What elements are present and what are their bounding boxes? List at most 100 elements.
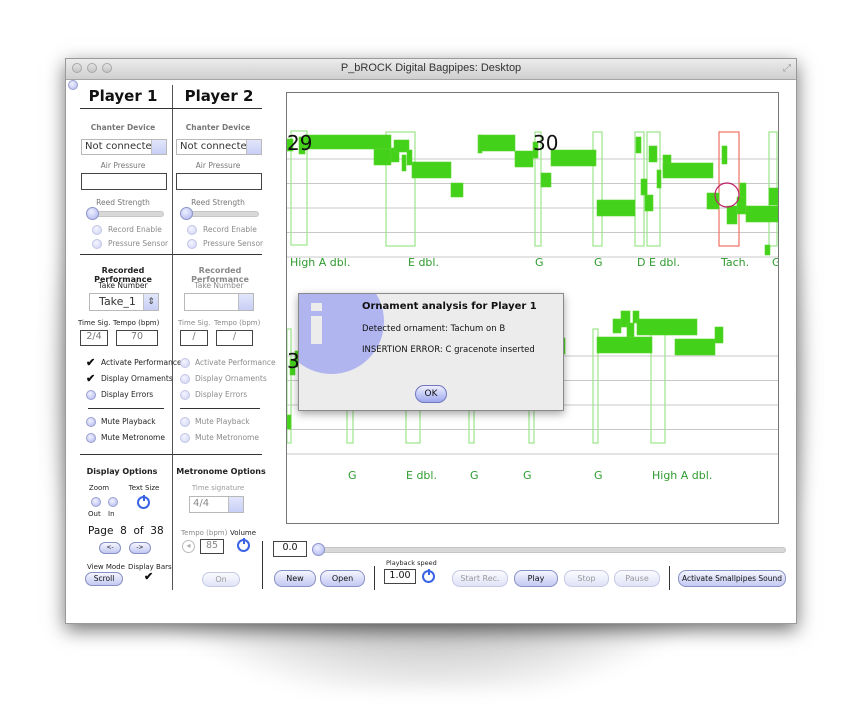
note-bar: [450, 182, 464, 198]
p2-mute-playback-label: Mute Playback: [195, 417, 250, 426]
p2-air-pressure-field: [176, 173, 262, 190]
p1-reed-knob[interactable]: [86, 207, 99, 220]
p1-errors-label: Display Errors: [101, 390, 154, 399]
p1-mute-playback-checkbox[interactable]: [86, 417, 96, 427]
p2-ornaments-checkbox[interactable]: [180, 374, 190, 384]
p2-activate-checkbox[interactable]: [180, 358, 190, 368]
zoom-in-button[interactable]: [108, 497, 118, 507]
p1-record-enable-radio[interactable]: [92, 225, 102, 235]
p1-pressure-sensor-radio[interactable]: [92, 239, 102, 249]
p1-ornaments-checkbox[interactable]: ✔: [86, 372, 95, 385]
note-bar: [612, 318, 622, 334]
transport-divider-1: [374, 566, 375, 590]
note-bar: [739, 182, 747, 198]
ornament-box: [592, 131, 603, 247]
p1-timesig-field[interactable]: 2/4: [80, 330, 108, 346]
stop-button[interactable]: Stop: [564, 570, 609, 587]
p2-divider: [180, 408, 260, 409]
p2-mute-playback-checkbox[interactable]: [180, 417, 190, 427]
dialog-ok-button[interactable]: OK: [415, 385, 447, 403]
p2-timesig-field[interactable]: /: [180, 330, 208, 346]
open-button[interactable]: Open: [320, 570, 365, 587]
p2-air-pressure-label: Air Pressure: [195, 161, 241, 170]
title-bar: P_bROCK Digital Bagpipes: Desktop ⤢: [66, 59, 796, 80]
p2-errors-checkbox[interactable]: [180, 390, 190, 400]
note-bar: [656, 169, 662, 189]
position-slider-knob[interactable]: [312, 543, 325, 556]
note-bar: [406, 149, 413, 166]
dropdown-arrow-icon: [238, 294, 253, 310]
note-bar: [764, 244, 771, 256]
p2-reed-knob[interactable]: [180, 207, 193, 220]
activate-smallpipes-button[interactable]: Activate Smallpipes Sound: [678, 570, 786, 587]
info-icon-dot: [311, 303, 322, 311]
p1-chanter-value: Not connected: [85, 141, 159, 152]
new-button[interactable]: New: [274, 570, 316, 587]
note-bar: [745, 205, 778, 223]
position-field[interactable]: 0.0: [273, 541, 307, 557]
transport-divider-2: [669, 566, 670, 590]
position-slider[interactable]: [316, 547, 786, 553]
p1-tempo-field[interactable]: 70: [116, 330, 158, 346]
playback-speed-field[interactable]: 1.00: [384, 569, 416, 584]
ornament-analysis-dialog: Ornament analysis for Player 1 Detected …: [298, 293, 564, 411]
view-mode-button[interactable]: Scroll: [85, 572, 123, 586]
device-divider: [80, 254, 262, 255]
text-size-dial[interactable]: [137, 495, 150, 509]
info-icon-stem: [311, 316, 322, 344]
p1-mute-playback-label: Mute Playback: [101, 417, 156, 426]
metronome-on-button[interactable]: On: [202, 572, 240, 587]
p1-air-pressure-field: [81, 173, 167, 190]
note-bar: [648, 145, 658, 163]
start-rec-button[interactable]: Start Rec.: [452, 570, 508, 587]
ornament-label: G: [348, 469, 357, 482]
dialog-line-1: Detected ornament: Tachum on B: [362, 324, 506, 334]
p2-tempo-field[interactable]: /: [216, 330, 253, 346]
fullscreen-icon[interactable]: ⤢: [783, 63, 791, 74]
p1-record-enable-label: Record Enable: [108, 225, 162, 234]
playback-speed-label: Playback speed: [386, 559, 437, 567]
metronome-timesig-label: Time signature: [191, 484, 245, 492]
metronome-volume-dial[interactable]: [237, 538, 250, 552]
p1-tempo-label: Tempo (bpm): [113, 319, 160, 327]
prev-page-button[interactable]: <-: [99, 542, 121, 554]
app-window: P_bROCK Digital Bagpipes: Desktop ⤢ Play…: [65, 58, 797, 624]
page-current: 8: [120, 525, 127, 537]
p1-errors-checkbox[interactable]: [86, 390, 96, 400]
note-bar: [662, 162, 714, 179]
p2-pressure-sensor-radio[interactable]: [187, 239, 197, 249]
p2-errors-label: Display Errors: [195, 390, 248, 399]
settings-radio[interactable]: [68, 80, 78, 90]
p2-chanter-select[interactable]: Not connected: [176, 139, 262, 155]
metronome-timesig-select[interactable]: 4/4: [189, 496, 244, 513]
p2-reed-label: Reed Strength: [191, 198, 245, 207]
p2-take-select[interactable]: [184, 293, 254, 311]
zoom-out-label: Out: [88, 510, 101, 518]
play-button[interactable]: Play: [514, 570, 558, 587]
pause-button[interactable]: Pause: [614, 570, 660, 587]
note-bar: [636, 318, 698, 336]
dialog-title: Ornament analysis for Player 1: [362, 301, 537, 312]
note-bar: [411, 161, 452, 179]
p2-record-enable-radio[interactable]: [187, 225, 197, 235]
p2-reed-slider[interactable]: [182, 211, 259, 217]
p1-mute-metronome-checkbox[interactable]: [86, 433, 96, 443]
p1-activate-checkbox[interactable]: ✔: [86, 356, 95, 369]
metronome-tempo-field[interactable]: 85: [200, 539, 224, 554]
metronome-tempo-dial-icon[interactable]: ◂: [182, 540, 195, 553]
page-label: Page: [88, 525, 114, 537]
ornament-label: G: [594, 469, 603, 482]
note-bar: [540, 172, 552, 188]
p1-take-select[interactable]: Take_1 ⇕: [89, 293, 159, 311]
p1-take-value: Take_1: [99, 295, 136, 308]
playback-speed-dial[interactable]: [422, 569, 435, 583]
next-page-button[interactable]: ->: [129, 542, 151, 554]
p2-pressure-sensor-label: Pressure Sensor: [203, 239, 264, 248]
p2-mute-metronome-checkbox[interactable]: [180, 433, 190, 443]
zoom-out-button[interactable]: [91, 497, 101, 507]
ornament-label: Tach.: [720, 256, 749, 269]
display-bars-checkbox[interactable]: ✔: [144, 570, 153, 583]
note-bar: [596, 199, 636, 217]
note-bar: [287, 414, 292, 430]
p1-chanter-select[interactable]: Not connected: [81, 139, 167, 155]
